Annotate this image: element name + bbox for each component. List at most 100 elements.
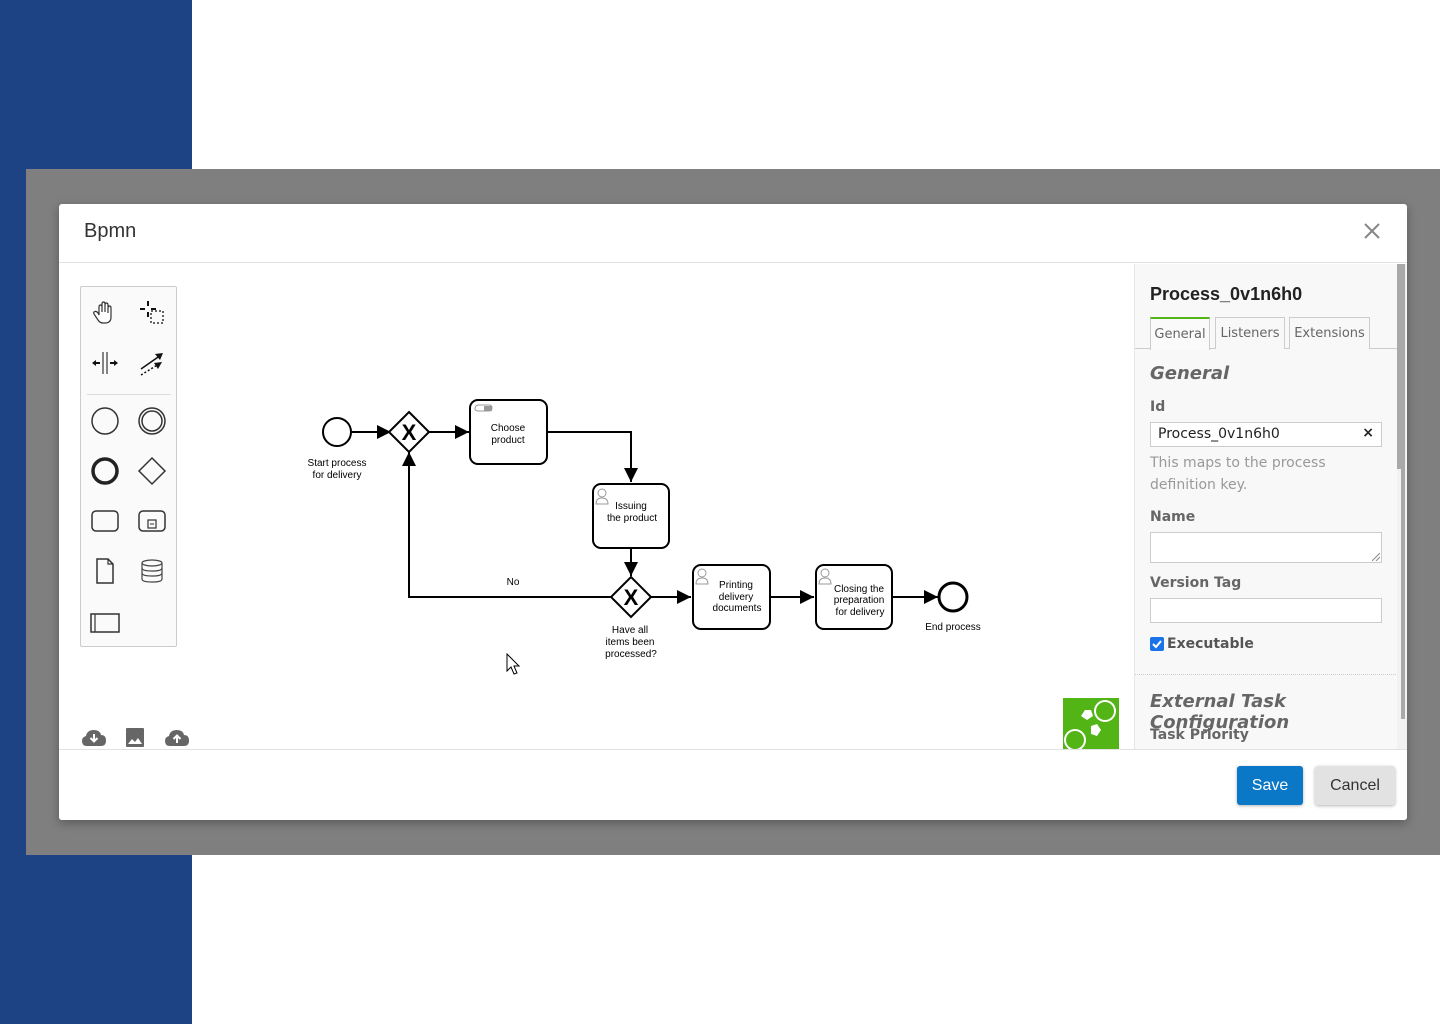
task-icon bbox=[91, 510, 119, 532]
create-data-object[interactable] bbox=[87, 553, 123, 589]
hand-tool[interactable] bbox=[87, 295, 123, 331]
task-printing-label-3: documents bbox=[713, 603, 762, 614]
version-tag-input[interactable] bbox=[1150, 598, 1382, 623]
close-icon bbox=[1364, 223, 1380, 239]
subprocess-icon bbox=[138, 510, 166, 532]
start-event[interactable]: Start process for delivery bbox=[308, 417, 367, 481]
task-issuing-label-2: the product bbox=[607, 513, 657, 524]
task-closing-label-2: preparation bbox=[834, 595, 885, 606]
properties-title: Process_0v1n6h0 bbox=[1150, 284, 1303, 304]
exclusive-gateway-2[interactable]: X Have all items been processed? bbox=[605, 575, 657, 660]
bpmn-diagram: Start process for delivery X Choose prod… bbox=[308, 399, 981, 660]
gateway-2-label-3: processed? bbox=[605, 649, 657, 660]
end-event[interactable]: End process bbox=[925, 581, 981, 633]
export-image-button[interactable] bbox=[124, 727, 150, 749]
connect-icon bbox=[140, 353, 163, 376]
save-button[interactable]: Save bbox=[1237, 766, 1303, 805]
task-choose-label-2: product bbox=[491, 435, 525, 446]
create-subprocess[interactable] bbox=[134, 503, 170, 539]
group-title-general: General bbox=[1150, 363, 1230, 384]
task-closing-preparation[interactable]: Closing the preparation for delivery bbox=[815, 564, 893, 630]
create-intermediate-event[interactable] bbox=[134, 403, 170, 439]
resize-grip-icon[interactable] bbox=[1372, 553, 1380, 561]
gateway-2-marker: X bbox=[624, 585, 639, 610]
start-event-label-1: Start process bbox=[308, 458, 367, 469]
gateway-2-label-2: items been bbox=[606, 637, 655, 648]
bpmn-modal: Bpmn Start process for delivery X Choose… bbox=[59, 204, 1407, 820]
gateway-icon bbox=[137, 456, 167, 486]
cloud-upload-icon bbox=[165, 730, 189, 746]
tab-extensions[interactable]: Extensions bbox=[1289, 317, 1370, 349]
task-choose-product[interactable]: Choose product bbox=[469, 399, 548, 465]
modal-title: Bpmn bbox=[84, 220, 137, 242]
exclusive-gateway-1[interactable]: X bbox=[387, 410, 431, 454]
lasso-tool[interactable] bbox=[134, 295, 170, 331]
flow-no-loop[interactable] bbox=[402, 452, 612, 598]
checkmark-icon bbox=[1152, 640, 1162, 649]
group-separator bbox=[1135, 674, 1397, 675]
id-hint: This maps to the process definition key. bbox=[1150, 455, 1326, 493]
id-clear-button[interactable]: × bbox=[1362, 425, 1374, 441]
lasso-icon bbox=[140, 301, 164, 324]
start-event-icon bbox=[91, 407, 119, 435]
data-object-icon bbox=[96, 558, 114, 584]
flow-choose-to-issuing[interactable] bbox=[547, 431, 638, 482]
id-input[interactable]: Process_0v1n6h0 × bbox=[1150, 422, 1382, 447]
flow-no-label: No bbox=[507, 577, 520, 588]
modal-header: Bpmn bbox=[59, 204, 1407, 263]
task-printing-documents[interactable]: Printing delivery documents bbox=[692, 564, 771, 630]
create-pool[interactable] bbox=[87, 605, 123, 641]
bpmn-canvas[interactable]: Start process for delivery X Choose prod… bbox=[59, 264, 1134, 750]
name-label: Name bbox=[1150, 509, 1196, 525]
task-issuing-product[interactable]: Issuing the product bbox=[592, 483, 670, 549]
executable-label: Executable bbox=[1167, 636, 1254, 652]
properties-panel: Process_0v1n6h0 General Listeners Extens… bbox=[1134, 264, 1397, 749]
upload-diagram-button[interactable] bbox=[164, 727, 190, 749]
id-label: Id bbox=[1150, 399, 1166, 415]
space-tool[interactable] bbox=[87, 345, 123, 381]
bpmn-io-logo[interactable] bbox=[1063, 698, 1119, 750]
executable-checkbox-row[interactable]: Executable bbox=[1150, 636, 1254, 652]
create-task[interactable] bbox=[87, 503, 123, 539]
download-diagram-button[interactable] bbox=[81, 727, 107, 749]
task-closing-label-1: Closing the bbox=[834, 584, 884, 595]
version-tag-label: Version Tag bbox=[1150, 575, 1242, 591]
modal-footer: Save Cancel bbox=[59, 749, 1407, 820]
close-button[interactable] bbox=[1359, 218, 1385, 244]
create-start-event[interactable] bbox=[87, 403, 123, 439]
tab-general[interactable]: General bbox=[1150, 317, 1210, 350]
scrollbar-thumb[interactable] bbox=[1397, 264, 1405, 469]
create-data-store[interactable] bbox=[134, 553, 170, 589]
task-printing-label-2: delivery bbox=[719, 592, 753, 603]
end-event-icon bbox=[91, 457, 119, 485]
task-issuing-label-1: Issuing bbox=[615, 501, 647, 512]
modal-body: Start process for delivery X Choose prod… bbox=[59, 264, 1407, 750]
create-gateway[interactable] bbox=[134, 453, 170, 489]
properties-scrollbar[interactable] bbox=[1397, 264, 1407, 749]
data-store-icon bbox=[141, 559, 163, 583]
task-printing-label-1: Printing bbox=[719, 580, 753, 591]
tool-palette bbox=[80, 286, 177, 647]
tab-listeners[interactable]: Listeners bbox=[1215, 317, 1285, 349]
mouse-cursor bbox=[506, 653, 521, 675]
cancel-button[interactable]: Cancel bbox=[1315, 766, 1395, 805]
task-closing-label-3: for delivery bbox=[836, 607, 885, 618]
scrollbar-track bbox=[1401, 469, 1405, 719]
image-icon bbox=[126, 728, 144, 747]
intermediate-event-icon bbox=[138, 407, 166, 435]
global-connect-tool[interactable] bbox=[134, 345, 170, 381]
name-textarea[interactable] bbox=[1150, 532, 1382, 563]
task-choose-label-1: Choose bbox=[491, 423, 526, 434]
palette-separator bbox=[87, 394, 171, 395]
create-end-event[interactable] bbox=[87, 453, 123, 489]
cloud-download-icon bbox=[82, 730, 106, 746]
start-event-label-2: for delivery bbox=[313, 470, 362, 481]
id-input-value: Process_0v1n6h0 bbox=[1158, 426, 1280, 442]
executable-checkbox[interactable] bbox=[1150, 637, 1164, 651]
hand-icon bbox=[93, 301, 112, 324]
properties-tabs: General Listeners Extensions bbox=[1135, 317, 1397, 350]
end-event-label: End process bbox=[925, 622, 981, 633]
space-tool-icon bbox=[92, 352, 118, 374]
pool-icon bbox=[90, 613, 120, 633]
gateway-1-marker: X bbox=[402, 420, 417, 445]
